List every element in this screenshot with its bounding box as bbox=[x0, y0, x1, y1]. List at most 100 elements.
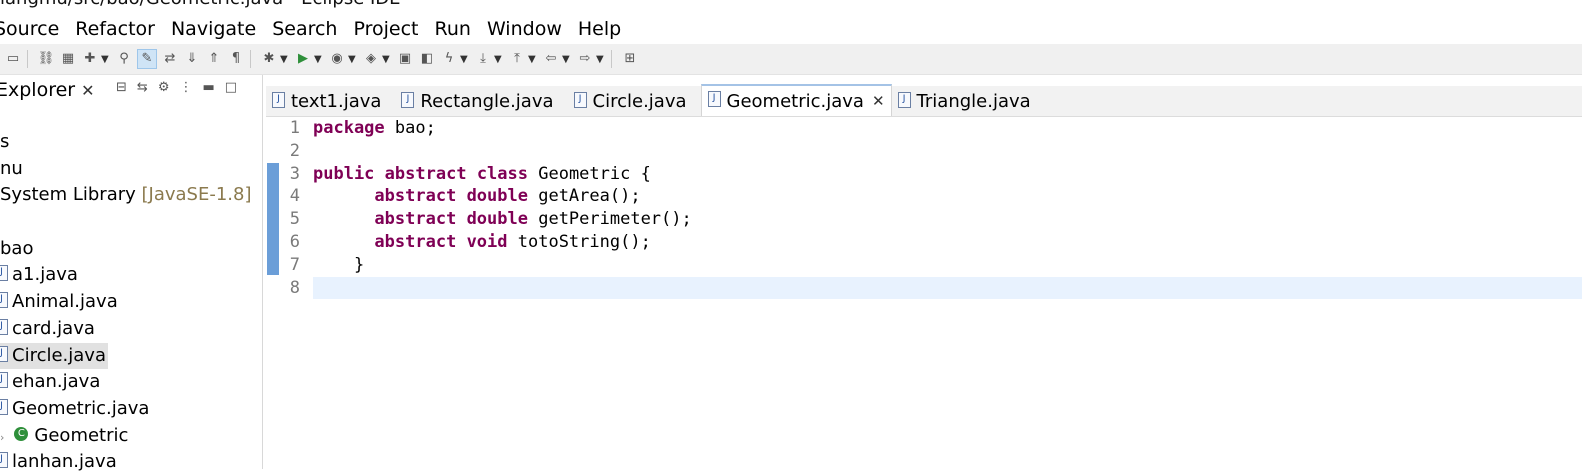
chevron-down-icon[interactable]: ▼ bbox=[528, 54, 538, 65]
toolbar-separator bbox=[611, 50, 612, 68]
menu-window[interactable]: Window bbox=[476, 18, 571, 40]
menu-run[interactable]: Run bbox=[424, 18, 480, 40]
lightning-icon[interactable]: ϟ bbox=[440, 50, 458, 68]
search-icon[interactable]: ⚲ bbox=[115, 50, 133, 68]
code-text: } bbox=[313, 254, 365, 275]
change-marker bbox=[267, 163, 279, 275]
code-line[interactable] bbox=[313, 276, 1582, 300]
tree-item[interactable]: Jehan.java bbox=[0, 369, 262, 396]
prev-annotation-icon[interactable]: ⇑ bbox=[205, 50, 223, 68]
run-icon[interactable]: ▶ bbox=[294, 50, 312, 68]
line-number: 5 bbox=[289, 209, 300, 230]
editor-tab[interactable]: J Triangle.java bbox=[892, 87, 1045, 116]
open-type-icon[interactable]: ◧ bbox=[418, 50, 436, 68]
tree-item[interactable]: › C Geometric bbox=[0, 423, 262, 450]
chevron-down-icon[interactable]: ▼ bbox=[382, 54, 392, 65]
forward-icon[interactable]: ⇨ bbox=[576, 50, 594, 68]
minimize-icon[interactable]: ▬ bbox=[202, 80, 214, 95]
coverage-icon[interactable]: ◉ bbox=[328, 50, 346, 68]
menu-help[interactable]: Help bbox=[567, 18, 630, 40]
new-window-icon[interactable]: ⊞ bbox=[621, 50, 639, 68]
explorer-header: Explorer ✕ ⊟ ⇆ ⚙ ⋮ ▬ □ bbox=[0, 75, 262, 105]
editor-tab[interactable]: J Geometric.java ✕ bbox=[700, 84, 892, 116]
maximize-icon[interactable]: □ bbox=[225, 80, 237, 95]
java-file-icon: J bbox=[0, 452, 8, 469]
external-tools-icon[interactable]: ◈ bbox=[362, 50, 380, 68]
chevron-down-icon[interactable]: ▼ bbox=[280, 54, 290, 65]
next-edit-icon[interactable]: ⤓ bbox=[474, 50, 492, 68]
java-file-icon: J bbox=[0, 292, 8, 309]
chevron-right-icon[interactable]: › bbox=[0, 431, 4, 444]
java-file-icon: J bbox=[0, 345, 8, 362]
tree-item[interactable]: J Circle.java bbox=[0, 342, 262, 370]
menu-project[interactable]: Project bbox=[342, 18, 427, 40]
tree-item[interactable] bbox=[0, 209, 262, 236]
code-line[interactable]: public abstract class Geometric { bbox=[313, 163, 1582, 186]
tab-package-explorer[interactable]: Explorer ✕ bbox=[0, 79, 101, 101]
back-icon[interactable]: ⇦ bbox=[542, 50, 560, 68]
package-icon[interactable]: ▦ bbox=[59, 50, 77, 68]
chevron-down-icon[interactable]: ▼ bbox=[494, 54, 504, 65]
tree-item[interactable]: J Geometric.java bbox=[0, 396, 262, 423]
tree-item[interactable]: J Animal.java bbox=[0, 289, 262, 316]
tree-item[interactable]: Jlanhan.java bbox=[0, 449, 262, 476]
line-number: 6 bbox=[289, 231, 300, 252]
editor-tab-label: text1.java bbox=[291, 91, 382, 112]
tree-item-label: card.java bbox=[12, 317, 95, 339]
line-number: 2 bbox=[289, 140, 300, 161]
java-file-icon: J bbox=[272, 91, 285, 108]
code-keyword: public bbox=[313, 163, 375, 184]
code-line[interactable]: abstract double getArea(); bbox=[313, 185, 1582, 208]
tree-item[interactable]: Ja1.java bbox=[0, 262, 262, 289]
chevron-down-icon[interactable]: ▼ bbox=[596, 54, 606, 65]
collapse-all-icon[interactable]: ⊟ bbox=[116, 80, 127, 95]
chevron-down-icon[interactable]: ▼ bbox=[101, 54, 111, 65]
toolbar-separator bbox=[250, 50, 251, 68]
prev-edit-icon[interactable]: ⤒ bbox=[508, 50, 526, 68]
editor-tab[interactable]: J Circle.java bbox=[568, 87, 701, 116]
editor-tab[interactable]: J Rectangle.java bbox=[395, 87, 567, 116]
menu-source[interactable]: Source bbox=[0, 18, 68, 40]
tree-item[interactable]: Jcard.java bbox=[0, 316, 262, 343]
highlight-icon[interactable]: ✎ bbox=[137, 49, 157, 69]
tree-item-label: Circle.java bbox=[12, 344, 106, 366]
chevron-down-icon[interactable]: ▼ bbox=[348, 54, 358, 65]
chevron-down-icon[interactable]: ▼ bbox=[460, 54, 470, 65]
close-icon[interactable]: ✕ bbox=[872, 92, 885, 110]
tree-item[interactable]: System Library [JavaSE-1.8] bbox=[0, 182, 262, 209]
editor-tab-label: Geometric.java bbox=[726, 90, 864, 112]
chevron-down-icon[interactable]: ▼ bbox=[314, 54, 324, 65]
filter-icon[interactable]: ⚙ bbox=[158, 80, 170, 95]
pilcrow-icon[interactable]: ¶ bbox=[227, 50, 245, 68]
java-file-icon: J bbox=[0, 318, 8, 335]
menu-navigate[interactable]: Navigate bbox=[160, 18, 265, 40]
tree-item[interactable]: nu bbox=[0, 156, 262, 183]
code-keyword: class bbox=[476, 163, 528, 184]
open-folder-icon[interactable]: ▣ bbox=[396, 50, 414, 68]
close-icon[interactable]: ✕ bbox=[81, 81, 94, 100]
link-icon[interactable]: ⛓ bbox=[37, 50, 55, 68]
toggle-mark-icon[interactable]: ⇄ bbox=[161, 50, 179, 68]
debug-icon[interactable]: ✱ bbox=[260, 50, 278, 68]
editor-tab[interactable]: Jtext1.java bbox=[266, 87, 395, 116]
link-with-editor-icon[interactable]: ⇆ bbox=[137, 80, 148, 95]
code-text: totoString(); bbox=[507, 231, 651, 252]
monitor-icon[interactable]: ▭ bbox=[4, 50, 22, 68]
code-line[interactable]: package bao; bbox=[313, 117, 1582, 140]
tree-item[interactable]: s bbox=[0, 129, 262, 156]
menu-refactor[interactable]: Refactor bbox=[64, 18, 164, 40]
code-line[interactable]: abstract double getPerimeter(); bbox=[313, 208, 1582, 231]
chevron-down-icon[interactable]: ▼ bbox=[562, 54, 572, 65]
code-keyword: abstract bbox=[374, 186, 457, 207]
code-line[interactable] bbox=[313, 140, 1582, 163]
next-annotation-icon[interactable]: ⇓ bbox=[183, 50, 201, 68]
menu-search[interactable]: Search bbox=[261, 18, 346, 40]
new-class-icon[interactable]: ✚ bbox=[81, 50, 99, 68]
view-menu-icon[interactable]: ⋮ bbox=[179, 80, 192, 95]
code-line[interactable]: } bbox=[313, 254, 1582, 277]
code-editor[interactable]: package bao; public abstract class Geomet… bbox=[313, 117, 1582, 469]
code-line[interactable]: abstract void totoString(); bbox=[313, 231, 1582, 254]
tree-item[interactable]: bao bbox=[0, 236, 262, 263]
